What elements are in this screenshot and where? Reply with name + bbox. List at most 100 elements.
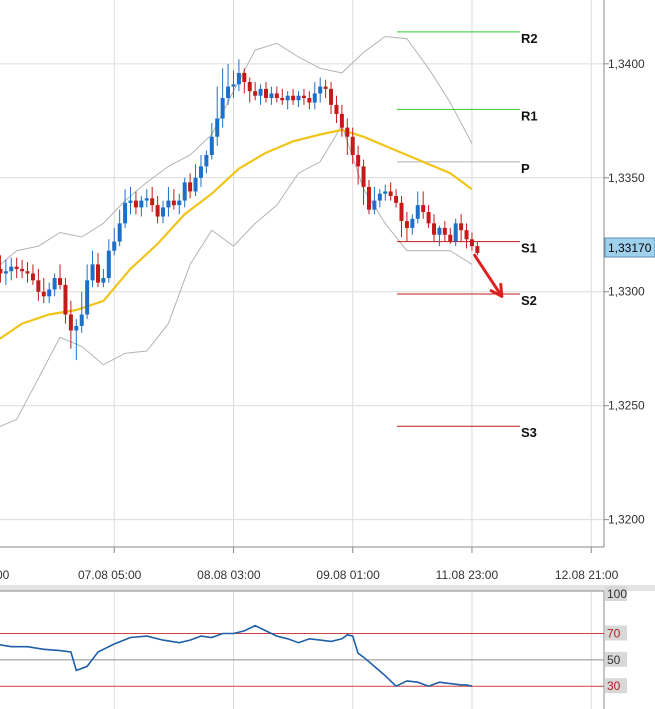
candle-body bbox=[334, 104, 339, 114]
candle-body bbox=[448, 234, 453, 242]
candle-body bbox=[339, 113, 344, 128]
candle-body bbox=[410, 218, 415, 228]
candle-body bbox=[58, 278, 63, 285]
pivot-label-r1: R1 bbox=[521, 108, 538, 123]
candle-body bbox=[215, 118, 220, 137]
candle-body bbox=[459, 223, 464, 231]
candle-body bbox=[79, 314, 84, 326]
candle-body bbox=[269, 93, 274, 99]
candle-body bbox=[177, 200, 182, 206]
candle-body bbox=[63, 284, 68, 315]
candle-body bbox=[432, 223, 437, 235]
time-tick-label: 07.08 05:00 bbox=[78, 568, 142, 582]
candle-body bbox=[318, 86, 323, 94]
candle-body bbox=[301, 95, 306, 99]
pivot-label-s3: S3 bbox=[521, 425, 537, 440]
candle-body bbox=[193, 177, 198, 192]
candle-body bbox=[394, 196, 399, 203]
candle-body bbox=[106, 250, 111, 279]
candle-body bbox=[399, 202, 404, 222]
candle-body bbox=[0, 268, 3, 274]
candle-body bbox=[421, 205, 426, 212]
candle-body bbox=[25, 271, 30, 274]
price-tick-label: 1,3250 bbox=[608, 399, 645, 413]
time-tick-label: 08.08 03:00 bbox=[197, 568, 261, 582]
candle-body bbox=[139, 200, 144, 208]
candle-body bbox=[90, 264, 95, 281]
candle-body bbox=[14, 266, 19, 269]
time-tick-label: 09.08 01:00 bbox=[316, 568, 380, 582]
chart-background bbox=[0, 0, 655, 709]
candle-body bbox=[361, 166, 366, 187]
candle-body bbox=[41, 291, 46, 297]
candle-body bbox=[52, 278, 57, 290]
candle-body bbox=[264, 88, 268, 99]
candle-body bbox=[198, 166, 203, 178]
current-price-tag: 1,33170 bbox=[604, 237, 655, 258]
candle-body bbox=[323, 86, 328, 89]
candle-body bbox=[426, 211, 431, 224]
candle-body bbox=[231, 84, 236, 87]
candle-body bbox=[95, 264, 100, 283]
candle-body bbox=[247, 82, 252, 92]
candle-body bbox=[133, 200, 138, 208]
candle-body bbox=[356, 154, 361, 167]
candle-body bbox=[350, 136, 355, 155]
candle-body bbox=[274, 93, 279, 99]
candle-body bbox=[475, 246, 480, 253]
candle-body bbox=[437, 227, 442, 235]
rsi-tick-label: 30 bbox=[607, 679, 621, 693]
candle-body bbox=[242, 72, 247, 83]
candle-body bbox=[188, 182, 193, 192]
candle-body bbox=[85, 280, 90, 315]
candle-body bbox=[204, 154, 209, 167]
panel-separator bbox=[0, 585, 655, 591]
candle-body bbox=[128, 200, 133, 203]
candle-body bbox=[296, 95, 301, 101]
candle-body bbox=[280, 98, 285, 101]
candle-body bbox=[372, 200, 377, 210]
candle-body bbox=[209, 136, 214, 155]
candle-body bbox=[404, 221, 409, 228]
candle-body bbox=[329, 88, 334, 105]
time-tick-label: 12.08 21:00 bbox=[555, 568, 619, 582]
candle-body bbox=[171, 200, 176, 206]
candle-body bbox=[285, 95, 290, 101]
candle-body bbox=[74, 325, 79, 331]
pivot-label-s1: S1 bbox=[521, 241, 537, 256]
candle-body bbox=[377, 193, 382, 201]
candle-body bbox=[112, 241, 117, 251]
candle-body bbox=[101, 278, 106, 283]
candle-body bbox=[123, 202, 128, 224]
candle-body bbox=[253, 91, 258, 96]
time-tick-label: 00 bbox=[0, 568, 10, 582]
candle-body bbox=[20, 268, 25, 272]
rsi-tick-label: 50 bbox=[607, 653, 621, 667]
candle-body bbox=[161, 207, 166, 217]
candle-body bbox=[150, 198, 155, 206]
pivot-label-p: P bbox=[521, 161, 530, 176]
candle-body bbox=[345, 127, 350, 137]
candle-body bbox=[166, 200, 171, 208]
candle-body bbox=[383, 191, 388, 194]
candle-body bbox=[182, 182, 187, 201]
candle-body bbox=[258, 88, 263, 96]
forex-chart: R2 R1 P S1 S2 S3 1,3400 1,3350 1,3300 1,3250 1,32… bbox=[0, 0, 655, 709]
candle-body bbox=[442, 227, 447, 235]
candle-body bbox=[68, 314, 73, 331]
candle-body bbox=[469, 239, 474, 247]
pivot-label-r2: R2 bbox=[521, 31, 538, 46]
candle-body bbox=[388, 191, 393, 197]
candle-body bbox=[464, 230, 469, 240]
price-tick-label: 1,3400 bbox=[608, 57, 645, 71]
candle-body bbox=[9, 266, 14, 272]
candle-body bbox=[366, 186, 371, 210]
pivot-label-s2: S2 bbox=[521, 293, 537, 308]
rsi-tick-label: 70 bbox=[607, 627, 621, 641]
candle-body bbox=[36, 280, 41, 292]
candle-body bbox=[312, 93, 317, 103]
candle-body bbox=[155, 205, 160, 217]
candle-body bbox=[226, 86, 231, 99]
candle-body bbox=[291, 95, 296, 101]
rsi-tick-label: 100 bbox=[607, 587, 627, 601]
